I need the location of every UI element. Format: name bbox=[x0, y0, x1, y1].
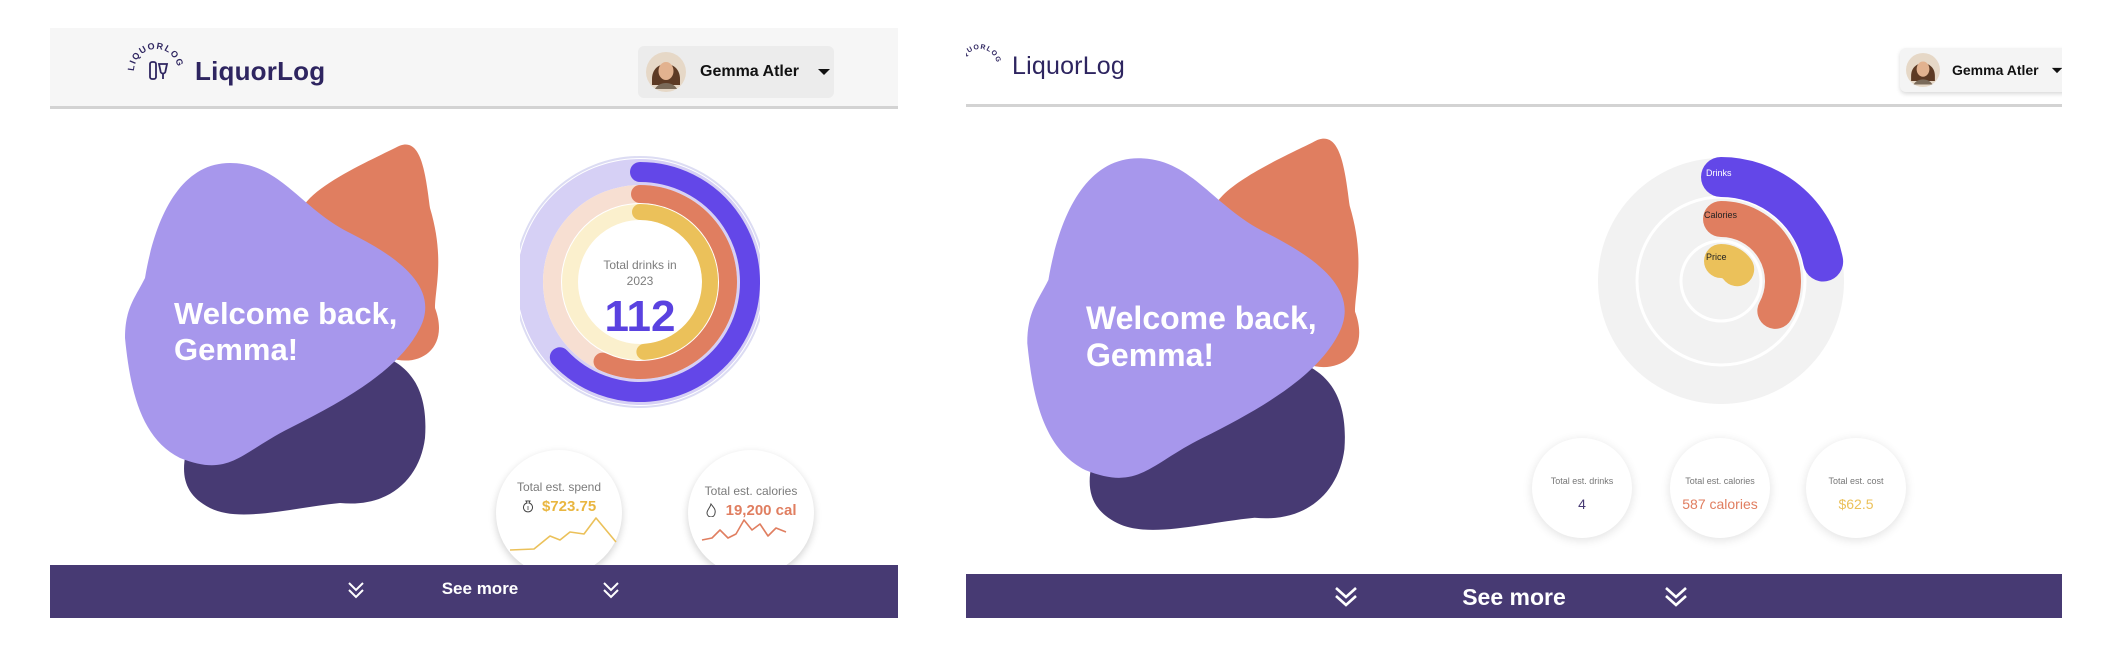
cost-stat-card[interactable]: Total est. cost $62.5 bbox=[1806, 438, 1906, 538]
see-more-bar[interactable]: See more bbox=[50, 565, 898, 618]
ring-caption: Total drinks in 2023 bbox=[580, 258, 700, 289]
logo-emblem-icon: LIQUORLOG bbox=[966, 44, 1002, 67]
chevrons-down-icon[interactable] bbox=[602, 581, 620, 599]
welcome-heading: Welcome back, Gemma! bbox=[174, 296, 397, 367]
ring-caption-year: 2023 bbox=[626, 273, 654, 288]
drinks-stat-title: Total est. drinks bbox=[1550, 476, 1614, 486]
user-name: Gemma Atler bbox=[700, 63, 799, 80]
caret-down-icon[interactable] bbox=[817, 67, 831, 77]
see-more-bar[interactable]: See more bbox=[966, 574, 2062, 618]
app-header: LIQUORLOG LiquorLog Gemma Atler bbox=[50, 28, 898, 109]
welcome-line-1: Welcome back, bbox=[1086, 300, 1317, 336]
app-name: LiquorLog bbox=[195, 55, 326, 86]
radial-progress-widget: Drinks Calories Price bbox=[1596, 156, 1846, 406]
chevrons-down-icon[interactable] bbox=[1334, 586, 1358, 608]
radial-progress-chart bbox=[1598, 157, 1844, 404]
calories-sparkline bbox=[701, 519, 787, 541]
chevrons-down-icon[interactable] bbox=[347, 581, 365, 599]
welcome-heading: Welcome back, Gemma! bbox=[1086, 300, 1317, 374]
calories-stat-card[interactable]: Total est. calories 587 calories bbox=[1670, 438, 1770, 538]
calories-card[interactable]: Total est. calories 19,200 cal bbox=[688, 450, 814, 576]
user-menu[interactable]: Gemma Atler bbox=[638, 46, 834, 98]
radial-price-bar bbox=[1704, 244, 1755, 287]
spend-card[interactable]: Total est. spend $723.75 bbox=[496, 450, 622, 576]
logo-emblem-icon: LIQUORLOG bbox=[126, 41, 184, 80]
radial-label-calories: Calories bbox=[1704, 210, 1738, 220]
drinks-stat-card[interactable]: Total est. drinks 4 bbox=[1532, 438, 1632, 538]
welcome-hero: Welcome back, Gemma! bbox=[120, 138, 470, 533]
logo[interactable]: LIQUORLOG LiquorLog bbox=[966, 42, 1125, 90]
chevrons-down-icon[interactable] bbox=[1664, 586, 1688, 608]
user-name: Gemma Atler bbox=[1952, 62, 2039, 78]
avatar bbox=[646, 52, 686, 92]
welcome-user-name: Gemma! bbox=[174, 331, 299, 367]
calories-stat-value: 587 calories bbox=[1682, 496, 1758, 512]
welcome-hero: Welcome back, Gemma! bbox=[1022, 128, 1392, 553]
caret-down-icon[interactable] bbox=[2051, 66, 2062, 75]
welcome-user-name: Gemma! bbox=[1086, 336, 1215, 373]
calories-stat-title: Total est. calories bbox=[1685, 476, 1755, 486]
cost-stat-value: $62.5 bbox=[1838, 496, 1874, 512]
total-drinks-value: 112 bbox=[604, 292, 676, 341]
dashboard-screen-b: LIQUORLOG LiquorLog Gemma Atler We bbox=[966, 28, 2062, 618]
drinks-ring-widget: Total drinks in 2023 112 bbox=[514, 152, 766, 412]
cost-stat-title: Total est. cost bbox=[1828, 476, 1884, 486]
svg-text:LIQUORLOG: LIQUORLOG bbox=[966, 44, 1002, 67]
ring-caption-line-1: Total drinks in bbox=[603, 258, 677, 272]
see-more-button[interactable]: See more bbox=[1414, 584, 1614, 611]
app-header: LIQUORLOG LiquorLog Gemma Atler bbox=[966, 28, 2062, 107]
drinks-stat-value: 4 bbox=[1578, 496, 1586, 512]
avatar bbox=[1906, 53, 1940, 87]
user-menu[interactable]: Gemma Atler bbox=[1900, 48, 2062, 92]
logo[interactable]: LIQUORLOG LiquorLog bbox=[125, 40, 325, 102]
radial-label-drinks: Drinks bbox=[1706, 168, 1732, 178]
spend-sparkline bbox=[509, 517, 617, 551]
welcome-line-1: Welcome back, bbox=[174, 296, 398, 331]
radial-label-price: Price bbox=[1706, 252, 1727, 262]
see-more-button[interactable]: See more bbox=[410, 579, 550, 599]
dashboard-screen-a: LIQUORLOG LiquorLog Gemma Atler Welcome … bbox=[50, 28, 898, 618]
app-name: LiquorLog bbox=[1012, 51, 1126, 80]
